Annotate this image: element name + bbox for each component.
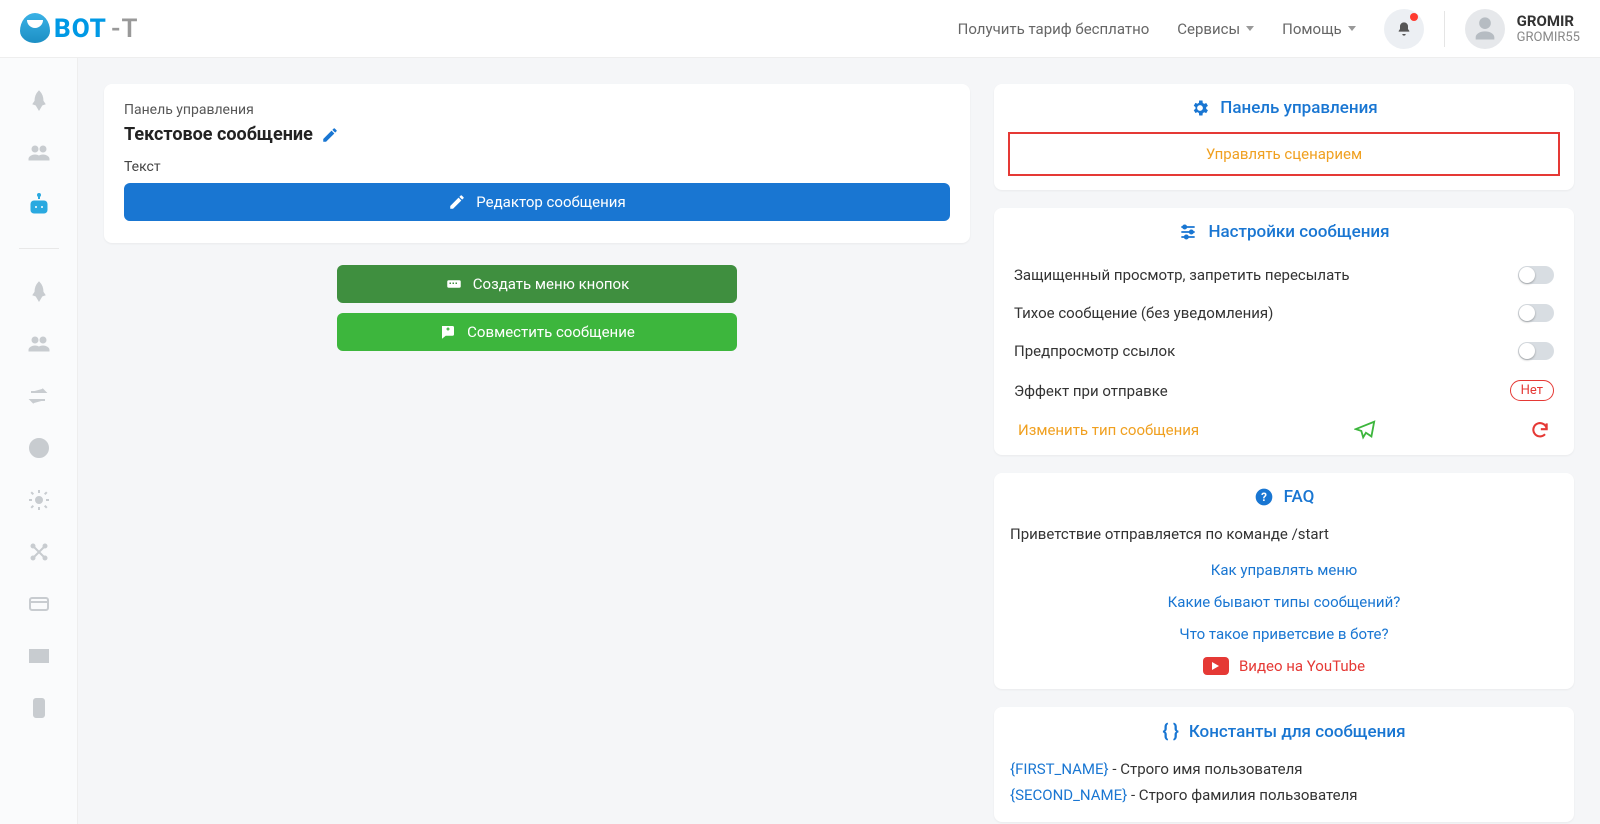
sidebar-users2-icon[interactable] (26, 331, 52, 357)
effect-label: Эффект при отправке (1014, 382, 1168, 400)
create-menu-label: Создать меню кнопок (473, 275, 629, 293)
pencil-icon (448, 193, 466, 211)
faq-intro: Приветствие отправляется по команде /sta… (994, 521, 1574, 547)
chevron-down-icon (1246, 26, 1254, 31)
faq-panel: ? FAQ Приветствие отправляется по команд… (994, 473, 1574, 689)
help-dropdown[interactable]: Помощь (1282, 20, 1356, 38)
logo-text-1: BOT (54, 14, 107, 44)
breadcrumb[interactable]: Панель управления (124, 102, 950, 118)
user-name: GROMIR (1517, 12, 1580, 30)
sliders-icon (1178, 222, 1198, 242)
telegram-icon[interactable] (1354, 419, 1376, 441)
sidebar-rocket-icon[interactable] (26, 88, 52, 114)
combine-icon (439, 323, 457, 341)
const-desc-second: - Строго фамилия пользователя (1127, 786, 1357, 804)
logo-text-2: -T (111, 14, 139, 44)
braces-icon: { } (1162, 721, 1178, 742)
protected-label: Защищенный просмотр, запретить пересылат… (1014, 266, 1349, 284)
text-label: Текст (124, 159, 950, 175)
settings-header: Настройки сообщения (994, 208, 1574, 256)
services-dropdown[interactable]: Сервисы (1177, 20, 1254, 38)
notifications-button[interactable] (1384, 9, 1424, 49)
question-icon: ? (1254, 487, 1274, 507)
sidebar-tools-icon[interactable] (26, 539, 52, 565)
manage-scenario-button[interactable]: Управлять сценарием (1008, 132, 1560, 176)
constant-first-name: {FIRST_NAME} - Строго имя пользователя (994, 756, 1574, 782)
combine-label: Совместить сообщение (467, 323, 635, 341)
page-title: Текстовое сообщение (124, 124, 313, 145)
sidebar-mobile-icon[interactable] (26, 695, 52, 721)
sidebar-rocket2-icon[interactable] (26, 279, 52, 305)
logo[interactable]: BOT-T (20, 13, 138, 45)
sidebar-card-icon[interactable] (26, 591, 52, 617)
header: BOT-T Получить тариф бесплатно Сервисы П… (0, 0, 1600, 58)
sidebar-gear-icon[interactable] (26, 487, 52, 513)
faq-link-types[interactable]: Какие бывают типы сообщений? (994, 593, 1574, 611)
preview-label: Предпросмотр ссылок (1014, 342, 1175, 360)
get-tariff-link[interactable]: Получить тариф бесплатно (958, 20, 1150, 38)
message-editor-button[interactable]: Редактор сообщения (124, 183, 950, 221)
constants-title: Константы для сообщения (1189, 722, 1406, 742)
faq-link-menu[interactable]: Как управлять меню (994, 561, 1574, 579)
help-label: Помощь (1282, 20, 1342, 38)
settings-title: Настройки сообщения (1208, 222, 1389, 242)
sidebar-smile-icon[interactable] (26, 435, 52, 461)
protected-toggle[interactable] (1518, 266, 1554, 284)
refresh-icon[interactable] (1530, 420, 1550, 440)
preview-toggle[interactable] (1518, 342, 1554, 360)
const-key-second: {SECOND_NAME} (1010, 786, 1127, 804)
youtube-link[interactable]: Видео на YouTube (994, 657, 1574, 675)
effect-value-chip[interactable]: Нет (1510, 380, 1554, 401)
avatar (1465, 9, 1505, 49)
control-panel: Панель управления Управлять сценарием (994, 84, 1574, 190)
keyboard-icon (445, 275, 463, 293)
constant-second-name: {SECOND_NAME} - Строго фамилия пользоват… (994, 782, 1574, 808)
person-icon (1471, 15, 1499, 43)
divider (1444, 11, 1445, 47)
sidebar-separator (19, 248, 59, 249)
faq-link-greeting[interactable]: Что такое приветсвие в боте? (994, 625, 1574, 643)
user-subname: GROMIR55 (1517, 30, 1580, 46)
edit-title-icon[interactable] (321, 126, 339, 144)
manage-scenario-label: Управлять сценарием (1206, 145, 1362, 163)
const-key-first: {FIRST_NAME} (1010, 760, 1109, 778)
sidebar (0, 58, 78, 824)
faq-title: FAQ (1284, 487, 1315, 507)
bell-icon (1396, 21, 1412, 37)
const-desc-first: - Строго имя пользователя (1109, 760, 1303, 778)
youtube-icon (1203, 657, 1229, 675)
chevron-down-icon (1348, 26, 1356, 31)
message-panel: Панель управления Текстовое сообщение Те… (104, 84, 970, 243)
silent-toggle[interactable] (1518, 304, 1554, 322)
notification-dot (1410, 13, 1418, 21)
create-button-menu[interactable]: Создать меню кнопок (337, 265, 737, 303)
change-type-link[interactable]: Изменить тип сообщения (1018, 421, 1199, 439)
youtube-label: Видео на YouTube (1239, 657, 1365, 675)
silent-label: Тихое сообщение (без уведомления) (1014, 304, 1273, 322)
services-label: Сервисы (1177, 20, 1240, 38)
control-panel-title: Панель управления (1220, 98, 1377, 118)
faq-header: ? FAQ (994, 473, 1574, 521)
editor-button-label: Редактор сообщения (476, 193, 625, 211)
combine-message-button[interactable]: Совместить сообщение (337, 313, 737, 351)
sidebar-loop-icon[interactable] (26, 383, 52, 409)
gear-icon (1190, 98, 1210, 118)
user-menu[interactable]: GROMIR GROMIR55 (1465, 9, 1580, 49)
sidebar-bot-icon[interactable] (26, 192, 52, 218)
sidebar-users-icon[interactable] (26, 140, 52, 166)
settings-panel: Настройки сообщения Защищенный просмотр,… (994, 208, 1574, 455)
logo-icon (20, 13, 50, 43)
constants-header: { } Константы для сообщения (994, 707, 1574, 756)
constants-panel: { } Константы для сообщения {FIRST_NAME}… (994, 707, 1574, 822)
control-panel-header: Панель управления (994, 84, 1574, 132)
svg-text:?: ? (1261, 490, 1267, 504)
sidebar-mail-icon[interactable] (26, 643, 52, 669)
